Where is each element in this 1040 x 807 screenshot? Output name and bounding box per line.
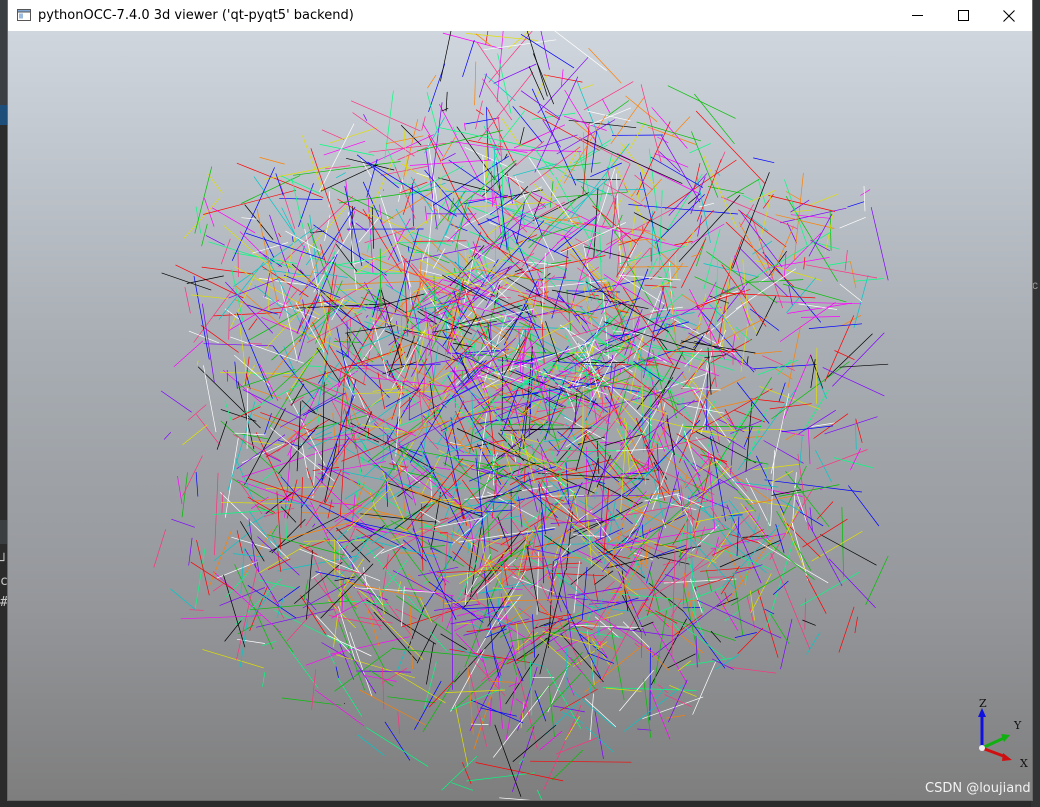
random-lines-cube[interactable] <box>8 31 1032 800</box>
background-right-panel <box>1031 0 1040 807</box>
maximize-icon <box>957 10 969 21</box>
background-right-text: c <box>1032 278 1038 292</box>
background-ide-text-1: ┘ <box>0 554 8 569</box>
close-icon <box>1003 9 1015 22</box>
minimize-icon <box>911 15 923 16</box>
watermark: CSDN @loujiand <box>925 781 1031 796</box>
axis-trihedron: Z Y X <box>978 699 1028 770</box>
3d-viewport[interactable]: Z Y X CSDN @loujiand <box>8 31 1032 800</box>
minimize-button[interactable] <box>894 0 940 31</box>
title-bar[interactable]: pythonOCC-7.4.0 3d viewer ('qt-pyqt5' ba… <box>8 0 1032 31</box>
background-ide-text-2: c <box>0 574 8 589</box>
y-axis-label: Y <box>1013 719 1022 732</box>
window-title: pythonOCC-7.4.0 3d viewer ('qt-pyqt5' ba… <box>38 8 354 23</box>
line-segments <box>153 31 889 800</box>
background-ide-text-3: # <box>0 595 8 610</box>
viewer-window: pythonOCC-7.4.0 3d viewer ('qt-pyqt5' ba… <box>8 0 1032 800</box>
maximize-button[interactable] <box>940 0 986 31</box>
close-button[interactable] <box>986 0 1032 31</box>
app-window-icon <box>17 9 31 21</box>
x-axis-label: X <box>1020 757 1028 770</box>
z-axis-label: Z <box>979 699 987 710</box>
